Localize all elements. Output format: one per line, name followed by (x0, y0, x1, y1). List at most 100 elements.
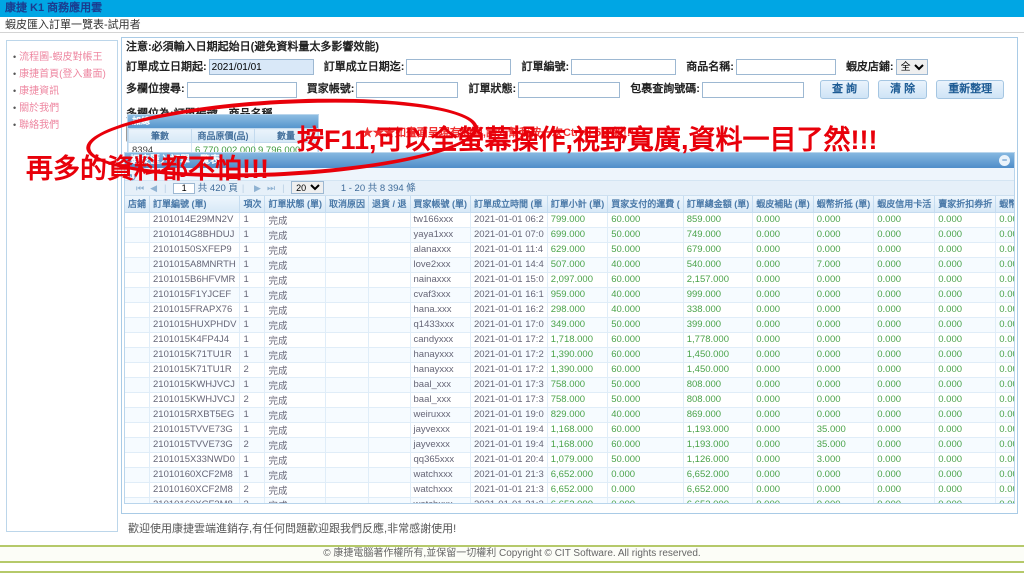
sidebar-link-3[interactable]: 關於我們 (19, 103, 59, 114)
table-cell: 399.000 (683, 317, 753, 332)
table-cell: 0.000 (935, 317, 996, 332)
table-row[interactable]: 2101015K4FP4J41完成candyxxx2021-01-01 17:2… (125, 332, 1014, 347)
table-row[interactable]: 21010150SXFEP91完成alanaxxx2021-01-01 11:4… (125, 242, 1014, 257)
column-header-6[interactable]: 買家帳號 (單) (410, 196, 471, 212)
table-cell (325, 392, 368, 407)
table-cell: 699.000 (547, 227, 608, 242)
table-cell: 0.000 (996, 272, 1014, 287)
column-header-12[interactable]: 蝦幣折抵 (單) (813, 196, 874, 212)
product-name-input[interactable] (736, 59, 836, 75)
table-cell: 0.000 (996, 347, 1014, 362)
table-cell: 0.000 (935, 452, 996, 467)
column-header-10[interactable]: 訂單總金額 (單) (683, 196, 753, 212)
refresh-button[interactable]: 重新整理 (936, 80, 1004, 99)
column-header-3[interactable]: 訂單狀態 (單) (265, 196, 326, 212)
table-row[interactable]: 2101015TVVE73G1完成jayvexxx2021-01-01 19:4… (125, 422, 1014, 437)
sidebar-link-2[interactable]: 康捷資訊 (19, 86, 59, 97)
table-cell (125, 452, 150, 467)
table-cell: 40.000 (608, 302, 684, 317)
table-cell: 0.000 (874, 257, 935, 272)
column-header-5[interactable]: 退貨 / 退 (368, 196, 410, 212)
table-row[interactable]: 2101015RXBT5EG1完成weiruxxx2021-01-01 19:0… (125, 407, 1014, 422)
package-input[interactable] (702, 82, 804, 98)
table-cell: 0.000 (996, 422, 1014, 437)
date-to-input[interactable] (406, 59, 511, 75)
table-row[interactable]: 21010160XCF2M82完成watchxxx2021-01-01 21:3… (125, 482, 1014, 497)
column-header-4[interactable]: 取消原因 (325, 196, 368, 212)
table-row[interactable]: 21010160XCF2M83完成watchxxx2021-01-01 21:3… (125, 497, 1014, 504)
table-row[interactable]: 2101015FRAPX761完成hana.xxx2021-01-01 16:2… (125, 302, 1014, 317)
column-header-15[interactable]: 蝦幣回饋券 (996, 196, 1014, 212)
column-header-14[interactable]: 賣家折扣券折 (935, 196, 996, 212)
column-header-8[interactable]: 訂單小計 (單) (547, 196, 608, 212)
table-cell: 0.000 (874, 362, 935, 377)
table-cell: 2021-01-01 06:2 (471, 212, 548, 227)
table-cell: 0.000 (813, 332, 874, 347)
page-size-select-top[interactable]: 20 (291, 181, 324, 194)
column-header-11[interactable]: 蝦皮補貼 (單) (753, 196, 814, 212)
order-no-input[interactable] (571, 59, 676, 75)
record-range-label-top: 1 - 20 共 8 394 條 (341, 183, 416, 194)
table-cell: 959.000 (547, 287, 608, 302)
table-row[interactable]: 2101015TVVE73G2完成jayvexxx2021-01-01 19:4… (125, 437, 1014, 452)
table-cell: 50.000 (608, 317, 684, 332)
column-header-9[interactable]: 買家支付的運費 ( (608, 196, 684, 212)
table-cell: 1 (240, 452, 265, 467)
table-cell: 0.000 (996, 302, 1014, 317)
column-header-7[interactable]: 訂單成立時間 (單 (471, 196, 548, 212)
column-header-0[interactable]: 店鋪 (125, 196, 150, 212)
table-row[interactable]: 2101015A8MNRTH1完成love2xxx2021-01-01 14:4… (125, 257, 1014, 272)
table-cell (125, 482, 150, 497)
table-cell: 2021-01-01 19:0 (471, 407, 548, 422)
date-from-label: 訂單成立日期起: (126, 61, 207, 73)
table-cell: 6,652.000 (683, 497, 753, 504)
table-row[interactable]: 2101015F1YJCEF1完成cvaf3xxx2021-01-01 16:1… (125, 287, 1014, 302)
column-header-2[interactable]: 項次 (240, 196, 265, 212)
search-button[interactable]: 查 詢 (820, 80, 869, 99)
date-from-input[interactable] (209, 59, 314, 75)
order-status-input[interactable] (518, 82, 620, 98)
table-row[interactable]: 2101015KWHJVCJ1完成baal_xxx2021-01-01 17:3… (125, 377, 1014, 392)
table-cell (368, 482, 410, 497)
table-cell (125, 467, 150, 482)
column-header-1[interactable]: 訂單編號 (單) (150, 196, 240, 212)
table-cell: 0.000 (753, 497, 814, 504)
sidebar-link-4[interactable]: 聯絡我們 (19, 120, 59, 131)
table-cell: 35.000 (813, 437, 874, 452)
multi-search-input[interactable] (187, 82, 297, 98)
sidebar-link-0[interactable]: 流程圖-蝦皮對帳王 (19, 52, 102, 63)
table-row[interactable]: 2101015K71TU1R2完成hanayxxx2021-01-01 17:2… (125, 362, 1014, 377)
table-cell: 540.000 (683, 257, 753, 272)
sidebar-link-1[interactable]: 康捷首頁(登入畫面) (19, 69, 106, 80)
table-cell (368, 347, 410, 362)
table-cell: 50.000 (608, 392, 684, 407)
table-cell: 2101014E29MN2V (150, 212, 240, 227)
table-cell: weiruxxx (410, 407, 471, 422)
table-row[interactable]: 2101014G8BHDUJ1完成yaya1xxx2021-01-01 07:0… (125, 227, 1014, 242)
table-cell: q1433xxx (410, 317, 471, 332)
table-cell: 1 (240, 272, 265, 287)
table-row[interactable]: 2101014E29MN2V1完成tw166xxx2021-01-01 06:2… (125, 212, 1014, 227)
clear-button[interactable]: 清 除 (878, 80, 927, 99)
table-cell: 完成 (265, 302, 326, 317)
table-cell: 0.000 (813, 497, 874, 504)
table-row[interactable]: 2101015HUXPHDV1完成q1433xxx2021-01-01 17:0… (125, 317, 1014, 332)
table-cell: 2101015KWHJVCJ (150, 377, 240, 392)
table-cell: 3.000 (813, 452, 874, 467)
shop-select[interactable]: 全 (896, 59, 928, 75)
buyer-input[interactable] (356, 82, 458, 98)
table-cell: 0.000 (753, 467, 814, 482)
table-row[interactable]: 2101015KWHJVCJ2完成baal_xxx2021-01-01 17:3… (125, 392, 1014, 407)
table-row[interactable]: 2101015B6HFVMR1完成nainaxxx2021-01-01 15:0… (125, 272, 1014, 287)
table-cell: 0.000 (813, 212, 874, 227)
table-cell: 0.000 (753, 272, 814, 287)
table-cell: hanayxxx (410, 347, 471, 362)
collapse-icon[interactable]: − (999, 155, 1010, 166)
table-row[interactable]: 2101015K71TU1R1完成hanayxxx2021-01-01 17:2… (125, 347, 1014, 362)
table-cell: 1 (240, 422, 265, 437)
table-cell: 0.000 (874, 302, 935, 317)
table-row[interactable]: 21010160XCF2M81完成watchxxx2021-01-01 21:3… (125, 467, 1014, 482)
table-row[interactable]: 2101015X33NWD01完成qq365xxx2021-01-01 20:4… (125, 452, 1014, 467)
column-header-13[interactable]: 蝦皮信用卡活 (874, 196, 935, 212)
table-cell: 0.000 (996, 377, 1014, 392)
